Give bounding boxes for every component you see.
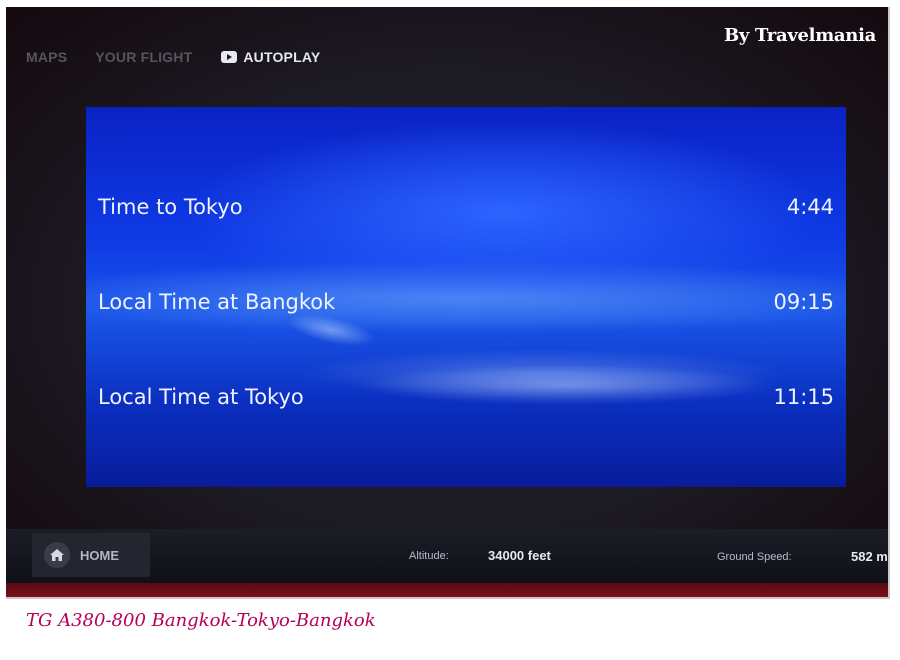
info-row-label: Local Time at Bangkok bbox=[98, 290, 336, 314]
home-icon bbox=[44, 542, 70, 568]
flight-info-panel: Time to Tokyo 4:44 Local Time at Bangkok… bbox=[86, 107, 846, 487]
ife-screen: MAPS YOUR FLIGHT AUTOPLAY Time to Tokyo … bbox=[6, 7, 888, 597]
photo-caption: TG A380-800 Bangkok-Tokyo-Bangkok bbox=[26, 610, 376, 631]
home-button[interactable]: HOME bbox=[32, 533, 150, 577]
ground-speed-value: 582 m bbox=[851, 549, 888, 564]
screen-bezel bbox=[6, 583, 888, 597]
info-row-value: 4:44 bbox=[786, 195, 834, 219]
tab-autoplay[interactable]: AUTOPLAY bbox=[220, 49, 320, 65]
info-row-value: 09:15 bbox=[773, 290, 834, 314]
home-label: HOME bbox=[80, 547, 119, 563]
info-row-time-to-tokyo: Time to Tokyo 4:44 bbox=[98, 187, 834, 227]
tab-autoplay-label: AUTOPLAY bbox=[243, 49, 321, 65]
info-row-label: Time to Tokyo bbox=[98, 195, 243, 219]
info-row-label: Local Time at Tokyo bbox=[98, 385, 304, 409]
altitude-label: Altitude: bbox=[409, 550, 449, 562]
tab-maps[interactable]: MAPS bbox=[26, 49, 67, 65]
info-row-local-time-bangkok: Local Time at Bangkok 09:15 bbox=[98, 282, 834, 322]
tab-your-flight[interactable]: YOUR FLIGHT bbox=[95, 49, 192, 65]
altitude-value: 34000 feet bbox=[488, 548, 551, 563]
autoplay-icon bbox=[220, 50, 238, 64]
top-nav: MAPS YOUR FLIGHT AUTOPLAY bbox=[26, 40, 320, 74]
info-row-value: 11:15 bbox=[773, 385, 834, 409]
info-row-local-time-tokyo: Local Time at Tokyo 11:15 bbox=[98, 377, 834, 417]
photo-frame: MAPS YOUR FLIGHT AUTOPLAY Time to Tokyo … bbox=[6, 7, 890, 599]
ground-speed-label: Ground Speed: bbox=[717, 551, 792, 563]
watermark: By Travelmania bbox=[723, 25, 876, 46]
